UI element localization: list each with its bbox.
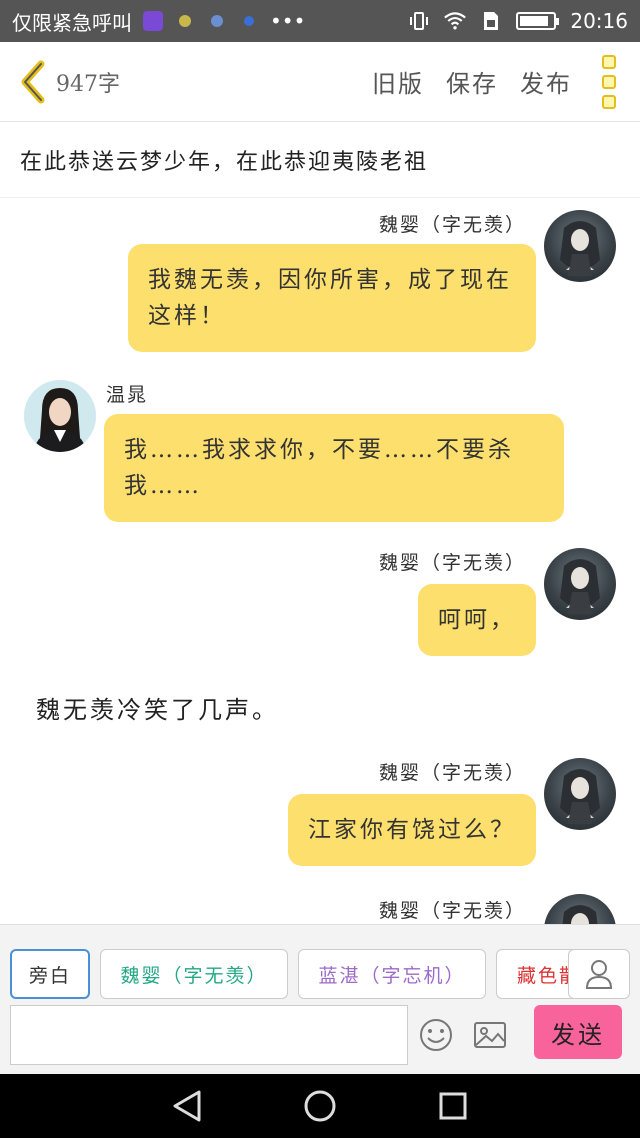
- message-bubble[interactable]: 呵呵，: [418, 584, 536, 656]
- triangle-back-icon: [173, 1090, 201, 1122]
- send-button[interactable]: 发送: [534, 1005, 622, 1059]
- message-input[interactable]: [10, 1005, 408, 1065]
- status-time: 20:16: [570, 9, 628, 33]
- sender-name: 魏婴（字无羡）: [378, 900, 526, 922]
- circle-home-icon: [304, 1090, 336, 1122]
- chat-area[interactable]: 魏婴（字无羡） 我魏无羡，因你所害，成了现在这样！ 温晁 我……我求求你，不要……: [0, 198, 640, 924]
- menu-dot-icon: [602, 94, 616, 109]
- message-bubble[interactable]: 我魏无羡，因你所害，成了现在这样！: [128, 244, 536, 352]
- word-count: 947字: [56, 71, 120, 97]
- battery-icon: [516, 12, 560, 30]
- square-recents-icon: [439, 1092, 467, 1120]
- app-notification-icon-2: [206, 10, 228, 32]
- avatar-wei-ying[interactable]: [544, 758, 616, 830]
- wifi-icon: [444, 10, 467, 32]
- menu-dot-icon: [602, 74, 616, 89]
- character-chip-wei-ying[interactable]: 魏婴（字无羡）: [100, 949, 288, 999]
- character-manage-button[interactable]: [568, 949, 630, 999]
- narration-text[interactable]: 魏无羡冷笑了几声。: [36, 690, 279, 725]
- app-notification-icon: [174, 10, 196, 32]
- image-button[interactable]: [472, 1017, 508, 1053]
- gallery-icon: [142, 10, 164, 32]
- smiley-icon: [420, 1019, 452, 1051]
- avatar-wei-ying[interactable]: [544, 548, 616, 620]
- message-bubble[interactable]: 江家你有饶过么？: [288, 794, 536, 866]
- sender-name: 魏婴（字无羡）: [378, 214, 526, 236]
- save-button[interactable]: 保存: [446, 64, 498, 99]
- avatar-wei-ying[interactable]: [544, 894, 616, 924]
- old-version-button[interactable]: 旧版: [372, 64, 424, 99]
- menu-button[interactable]: [602, 54, 624, 109]
- avatar-wen-chao[interactable]: [24, 380, 96, 452]
- image-icon: [474, 1022, 506, 1048]
- menu-dot-icon: [602, 54, 616, 69]
- character-selector: 旁白 魏婴（字无羡） 蓝湛（字忘机） 藏色散人: [10, 949, 616, 999]
- publish-button[interactable]: 发布: [520, 64, 572, 99]
- message-bubble[interactable]: 我……我求求你，不要……不要杀我……: [104, 414, 564, 522]
- more-notifications-icon: •••: [270, 9, 306, 33]
- flash-icon: [238, 10, 260, 32]
- vibrate-icon: [408, 10, 430, 32]
- sender-name: 温晁: [106, 384, 149, 406]
- nav-back-button[interactable]: [167, 1086, 207, 1126]
- editor-header: 947字 旧版 保存 发布: [0, 42, 640, 122]
- user-icon: [585, 960, 613, 989]
- chevron-left-icon: [21, 60, 45, 103]
- status-bar: 仅限紧急呼叫 ••• 20:16: [0, 0, 640, 42]
- sender-name: 魏婴（字无羡）: [378, 552, 526, 574]
- sim-icon: [480, 10, 502, 32]
- avatar-wei-ying[interactable]: [544, 210, 616, 282]
- story-title[interactable]: 在此恭送云梦少年，在此恭迎夷陵老祖: [0, 122, 640, 198]
- character-chip-narration[interactable]: 旁白: [10, 949, 90, 999]
- character-chip-lan-zhan[interactable]: 蓝湛（字忘机）: [298, 949, 486, 999]
- sender-name: 魏婴（字无羡）: [378, 762, 526, 784]
- system-nav-bar: [0, 1074, 640, 1138]
- carrier-text: 仅限紧急呼叫: [12, 10, 132, 35]
- back-button[interactable]: [16, 58, 50, 106]
- nav-recents-button[interactable]: [433, 1086, 473, 1126]
- emoji-button[interactable]: [418, 1017, 454, 1053]
- nav-home-button[interactable]: [300, 1086, 340, 1126]
- composer-panel: 旁白 魏婴（字无羡） 蓝湛（字忘机） 藏色散人 发送: [0, 924, 640, 1074]
